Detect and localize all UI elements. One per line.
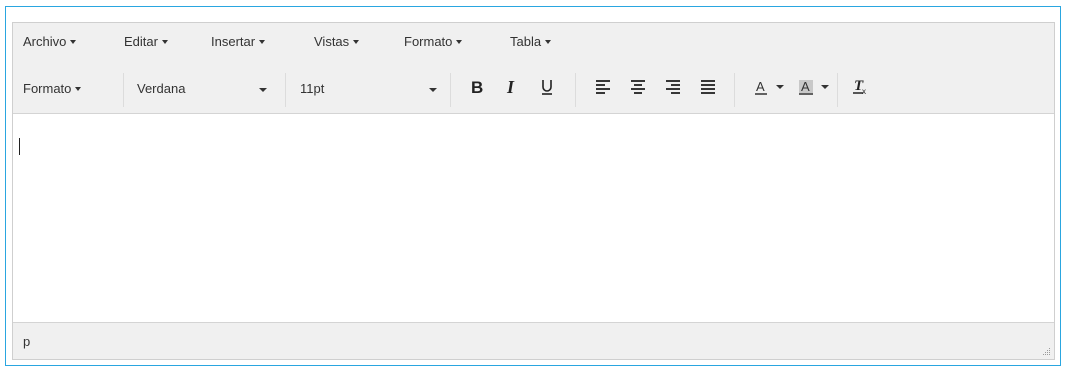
menu-tabla[interactable]: Tabla xyxy=(510,34,552,49)
toolbar: Formato Verdana 11pt B I A A T x xyxy=(13,66,1054,114)
menu-editar-label: Editar xyxy=(124,34,158,49)
clear-formatting-button[interactable]: Tx xyxy=(849,75,873,99)
chevron-down-icon xyxy=(259,88,267,92)
chevron-down-icon xyxy=(456,39,463,44)
toolbar-divider xyxy=(734,73,735,107)
toolbar-divider xyxy=(837,73,838,107)
align-center-icon xyxy=(631,80,645,94)
menu-insertar-label: Insertar xyxy=(211,34,256,49)
svg-text:I: I xyxy=(506,77,515,97)
font-size-select[interactable]: 11pt xyxy=(300,77,450,101)
chevron-down-icon xyxy=(161,39,168,44)
menu-formato[interactable]: Formato xyxy=(404,34,463,49)
toolbar-divider xyxy=(575,73,576,107)
underline-button[interactable] xyxy=(535,75,559,99)
underline-icon xyxy=(542,80,552,95)
chevron-down-icon xyxy=(75,86,82,91)
font-family-select[interactable]: Verdana xyxy=(137,77,287,101)
chevron-down-icon xyxy=(429,88,437,92)
text-color-icon: A xyxy=(755,79,767,95)
chevron-down-icon xyxy=(545,39,552,44)
background-color-dropdown[interactable] xyxy=(819,75,831,99)
editor-content-area[interactable] xyxy=(13,114,1054,322)
background-color-icon: A xyxy=(799,79,813,95)
svg-text:x: x xyxy=(862,87,866,96)
menu-archivo-label: Archivo xyxy=(23,34,67,49)
align-justify-button[interactable] xyxy=(696,75,720,99)
resize-handle-icon[interactable] xyxy=(1041,346,1051,356)
align-left-icon xyxy=(596,80,610,94)
element-path[interactable]: p xyxy=(23,334,30,349)
italic-button[interactable]: I xyxy=(500,75,524,99)
menu-bar: Archivo Editar Insertar Vistas Formato T… xyxy=(13,23,1054,66)
svg-text:B: B xyxy=(471,78,483,97)
svg-text:A: A xyxy=(756,79,765,94)
status-bar: p xyxy=(13,322,1054,359)
align-right-button[interactable] xyxy=(661,75,685,99)
format-dropdown[interactable]: Formato xyxy=(23,77,82,101)
align-center-button[interactable] xyxy=(626,75,650,99)
chevron-down-icon xyxy=(821,85,829,89)
text-cursor xyxy=(19,138,20,155)
align-left-button[interactable] xyxy=(591,75,615,99)
svg-text:A: A xyxy=(801,79,810,94)
align-justify-icon xyxy=(701,80,715,94)
font-size-value: 11pt xyxy=(300,81,325,96)
toolbar-divider xyxy=(123,73,124,107)
menu-tabla-label: Tabla xyxy=(510,34,542,49)
menu-vistas[interactable]: Vistas xyxy=(314,34,360,49)
toolbar-divider xyxy=(285,73,286,107)
font-family-value: Verdana xyxy=(137,81,186,96)
bold-icon: B xyxy=(471,78,483,97)
bold-button[interactable]: B xyxy=(465,75,489,99)
menu-insertar[interactable]: Insertar xyxy=(211,34,266,49)
background-color-button[interactable]: A xyxy=(794,75,818,99)
text-color-dropdown[interactable] xyxy=(774,75,786,99)
align-right-icon xyxy=(666,80,680,94)
format-dropdown-label: Formato xyxy=(23,81,72,96)
chevron-down-icon xyxy=(259,39,266,44)
menu-editar[interactable]: Editar xyxy=(124,34,168,49)
menu-archivo[interactable]: Archivo xyxy=(23,34,77,49)
chevron-down-icon xyxy=(70,39,77,44)
chevron-down-icon xyxy=(353,39,360,44)
editor-container: Archivo Editar Insertar Vistas Formato T… xyxy=(12,22,1055,360)
clear-formatting-icon: Tx xyxy=(853,78,866,96)
menu-vistas-label: Vistas xyxy=(314,34,350,49)
italic-icon: I xyxy=(506,77,515,97)
chevron-down-icon xyxy=(776,85,784,89)
toolbar-divider xyxy=(450,73,451,107)
rich-text-editor: Archivo Editar Insertar Vistas Formato T… xyxy=(5,6,1061,366)
menu-formato-label: Formato xyxy=(404,34,453,49)
text-color-button[interactable]: A xyxy=(749,75,773,99)
